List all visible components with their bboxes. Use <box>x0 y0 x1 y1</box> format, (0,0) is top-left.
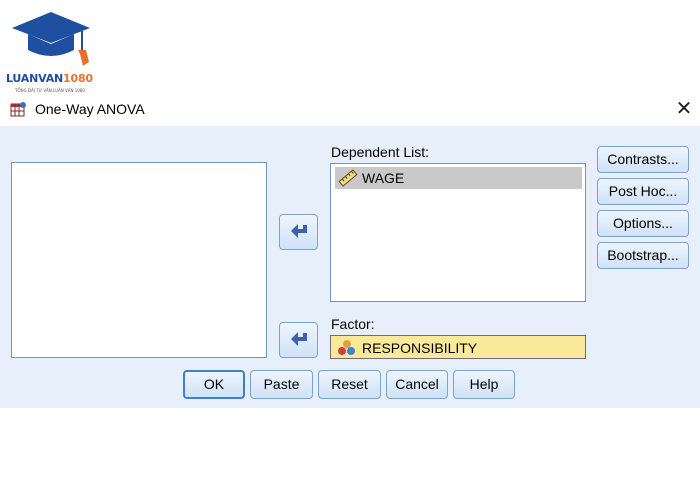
close-button[interactable]: ✕ <box>674 97 694 119</box>
help-button[interactable]: Help <box>453 370 515 399</box>
move-to-factor-button[interactable] <box>279 322 318 358</box>
paste-button[interactable]: Paste <box>250 370 313 399</box>
nominal-variable-icon <box>338 340 355 355</box>
dependent-list[interactable]: WAGE <box>330 163 586 302</box>
factor-label: Factor: <box>331 316 375 332</box>
dependent-list-label: Dependent List: <box>331 144 430 160</box>
arrow-right-icon <box>291 332 307 346</box>
arrow-right-icon <box>291 224 307 238</box>
move-to-dependent-button[interactable] <box>279 214 318 250</box>
cancel-button[interactable]: Cancel <box>386 370 448 399</box>
reset-button[interactable]: Reset <box>318 370 381 399</box>
scale-ruler-icon <box>338 169 358 187</box>
list-item[interactable]: WAGE <box>335 167 582 189</box>
options-button[interactable]: Options... <box>597 210 689 237</box>
ok-button[interactable]: OK <box>183 370 245 399</box>
logo-brand-text: LUANVAN1080 <box>6 72 93 85</box>
window-title: One-Way ANOVA <box>35 101 145 117</box>
post-hoc-button[interactable]: Post Hoc... <box>597 178 689 205</box>
source-variable-list[interactable] <box>11 162 267 358</box>
graduation-cap-icon <box>12 12 90 66</box>
factor-field[interactable]: RESPONSIBILITY <box>330 335 586 359</box>
factor-value: RESPONSIBILITY <box>362 340 478 356</box>
one-way-anova-dialog: Dependent List: WAGE Factor: RESPONSIBIL… <box>0 126 700 408</box>
bootstrap-button[interactable]: Bootstrap... <box>597 242 689 269</box>
spss-table-icon <box>10 102 26 117</box>
contrasts-button[interactable]: Contrasts... <box>597 146 689 173</box>
window-titlebar: One-Way ANOVA ✕ <box>0 92 700 126</box>
list-item-label: WAGE <box>362 170 405 186</box>
logo: LUANVAN1080 TỔNG ĐÀI TƯ VẤN LUẬN VĂN 108… <box>6 10 98 93</box>
